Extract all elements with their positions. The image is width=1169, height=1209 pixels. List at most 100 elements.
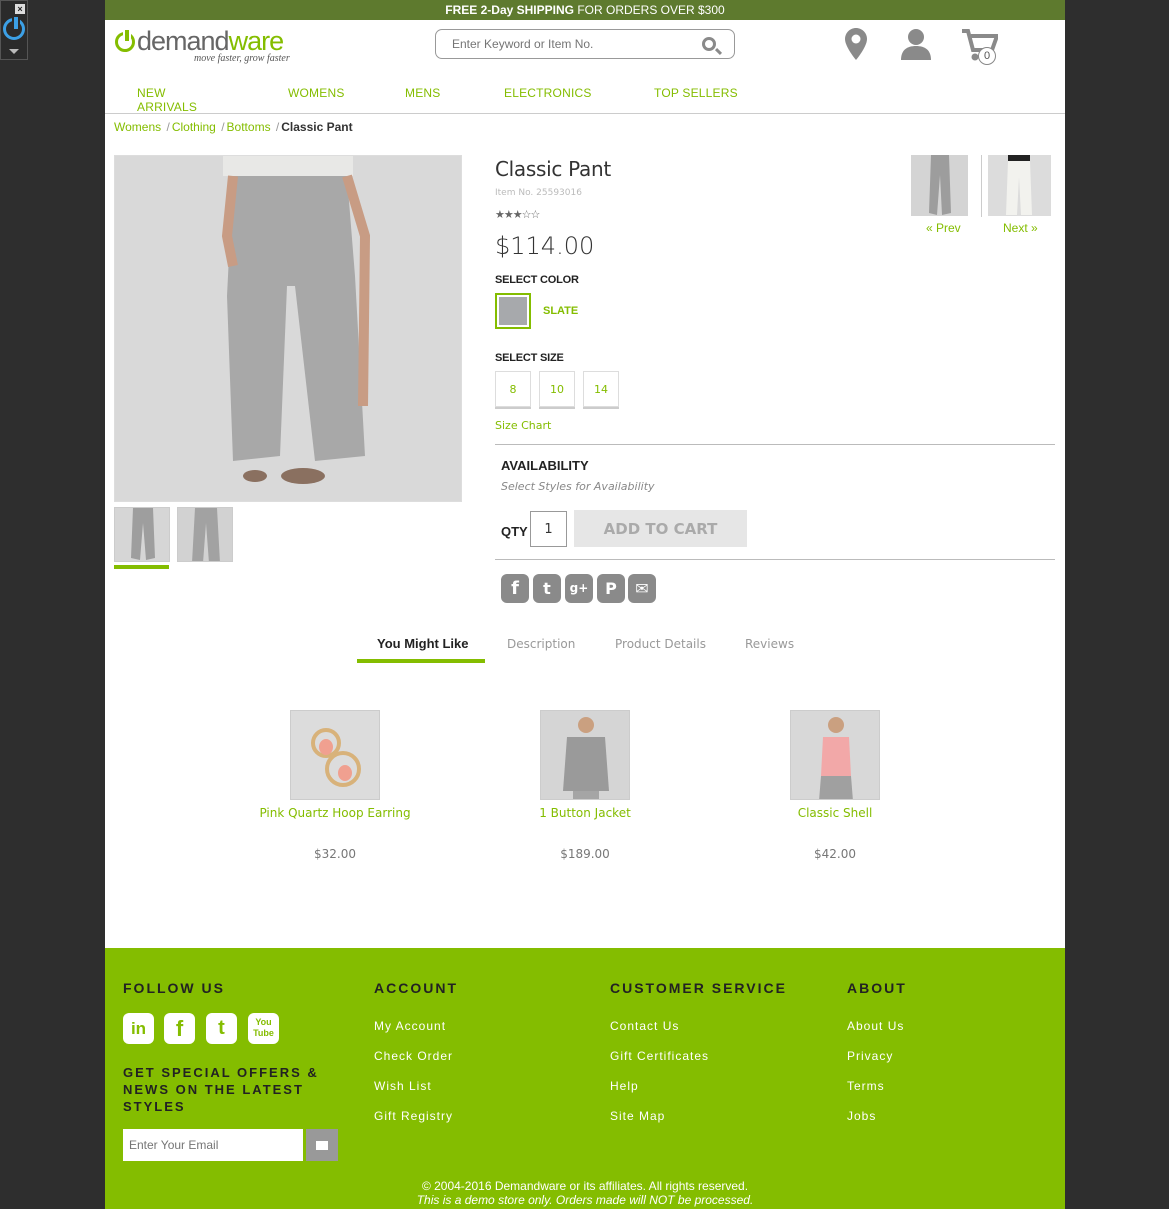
prev-product-image[interactable] (911, 155, 968, 216)
prev-product-link[interactable]: « Prev (926, 221, 961, 235)
page: FREE 2-Day SHIPPING FOR ORDERS OVER $300… (105, 0, 1065, 1209)
recommendation-image[interactable] (290, 710, 380, 800)
email-submit-button[interactable] (306, 1129, 338, 1161)
size-chart-link[interactable]: Size Chart (495, 419, 551, 432)
search-input[interactable] (436, 30, 686, 58)
product-price: $114.00 (495, 232, 595, 260)
footer-link-wish-list[interactable]: Wish List (374, 1079, 432, 1093)
share-pinterest-icon[interactable]: P (597, 574, 625, 603)
size-option-10[interactable]: 10 (539, 371, 575, 407)
next-product-image[interactable] (988, 155, 1051, 216)
recommendation-name[interactable]: Pink Quartz Hoop Earring (235, 806, 435, 820)
logo-ware: ware (228, 26, 285, 56)
footer-account-heading: ACCOUNT (374, 980, 458, 996)
special-offers-heading: GET SPECIAL OFFERS & NEWS ON THE LATEST … (123, 1065, 319, 1114)
size-option-14[interactable]: 14 (583, 371, 619, 407)
footer-about-heading: ABOUT (847, 980, 907, 996)
power-widget[interactable]: × (0, 0, 28, 60)
footer-customer-service-heading: CUSTOMER SERVICE (610, 980, 787, 996)
tab-active-indicator (357, 659, 485, 663)
footer-link-check-order[interactable]: Check Order (374, 1049, 453, 1063)
tab-product-details[interactable]: Product Details (615, 637, 706, 651)
promo-bold: FREE 2-Day SHIPPING (445, 3, 574, 17)
add-to-cart-button[interactable]: ADD TO CART (574, 510, 747, 547)
footer-link-site-map[interactable]: Site Map (610, 1109, 665, 1123)
recommendation-price: $189.00 (560, 847, 610, 861)
item-number: Item No. 25593016 (495, 188, 582, 198)
footer-link-terms[interactable]: Terms (847, 1079, 885, 1093)
nav-electronics[interactable]: ELECTRONICS (504, 86, 592, 100)
recommendation-image[interactable] (790, 710, 880, 800)
qty-input[interactable] (530, 511, 567, 547)
availability-label: AVAILABILITY (501, 458, 589, 473)
select-size-label: SELECT SIZE (495, 352, 564, 364)
email-signup-input[interactable] (123, 1129, 303, 1161)
breadcrumb-bottoms[interactable]: Bottoms (227, 120, 271, 134)
tab-description[interactable]: Description (507, 637, 575, 651)
promo-bar: FREE 2-Day SHIPPING FOR ORDERS OVER $300 (105, 0, 1065, 20)
power-icon[interactable] (3, 15, 25, 40)
footer-link-help[interactable]: Help (610, 1079, 639, 1093)
color-swatch-slate[interactable] (495, 293, 531, 329)
close-icon[interactable]: × (15, 4, 25, 14)
breadcrumb-womens[interactable]: Womens (114, 120, 161, 134)
select-color-label: SELECT COLOR (495, 274, 579, 286)
product-thumbnail[interactable] (177, 507, 233, 562)
product-main-image[interactable] (114, 155, 462, 502)
rating-stars: ★★★☆☆ (495, 209, 540, 221)
user-account-icon[interactable] (901, 28, 931, 60)
nav-new-arrivals[interactable]: NEW ARRIVALS (137, 86, 197, 114)
linkedin-icon[interactable]: in (123, 1013, 154, 1044)
logo-power-icon (115, 27, 135, 52)
share-googleplus-icon[interactable]: g+ (565, 574, 593, 603)
logo-tagline: move faster, grow faster (194, 53, 290, 64)
logo-demand: demand (137, 26, 230, 56)
product-thumbnail[interactable] (114, 507, 170, 562)
demo-notice: This is a demo store only. Orders made w… (416, 1193, 754, 1207)
footer: FOLLOW US in f t You Tube GET SPECIAL OF… (105, 948, 1065, 1209)
recommendation-name[interactable]: 1 Button Jacket (485, 806, 685, 820)
cart-count-badge: 0 (978, 47, 996, 65)
search-box (435, 29, 735, 59)
footer-link-contact-us[interactable]: Contact Us (610, 1019, 679, 1033)
footer-link-about-us[interactable]: About Us (847, 1019, 904, 1033)
recommendation-image[interactable] (540, 710, 630, 800)
store-locator-icon[interactable] (845, 28, 867, 60)
chevron-down-icon[interactable] (9, 49, 19, 54)
twitter-icon[interactable]: t (206, 1013, 237, 1044)
nav-top-sellers[interactable]: TOP SELLERS (654, 86, 738, 100)
promo-text: FOR ORDERS OVER $300 (573, 3, 725, 17)
facebook-icon[interactable]: f (164, 1013, 195, 1044)
product-title: Classic Pant (495, 157, 611, 181)
youtube-icon[interactable]: You Tube (248, 1013, 279, 1044)
recommendation-price: $42.00 (814, 847, 856, 861)
breadcrumb: Womens / Clothing / Bottoms / Classic Pant (114, 120, 353, 134)
availability-message: Select Styles for Availability (501, 480, 655, 493)
search-icon[interactable] (702, 37, 716, 51)
tab-reviews[interactable]: Reviews (745, 637, 794, 651)
footer-link-my-account[interactable]: My Account (374, 1019, 446, 1033)
footer-link-privacy[interactable]: Privacy (847, 1049, 893, 1063)
footer-link-gift-registry[interactable]: Gift Registry (374, 1109, 453, 1123)
next-product-link[interactable]: Next » (1003, 221, 1038, 235)
size-option-8[interactable]: 8 (495, 371, 531, 407)
logo[interactable]: demandware move faster, grow faster (115, 26, 290, 64)
nav-mens[interactable]: MENS (405, 86, 440, 100)
copyright-text: © 2004-2016 Demandware or its affiliates… (421, 1179, 749, 1193)
breadcrumb-clothing[interactable]: Clothing (172, 120, 216, 134)
divider (495, 559, 1055, 560)
share-facebook-icon[interactable]: f (501, 574, 529, 603)
qty-label: QTY (501, 524, 528, 539)
breadcrumb-separator: / (275, 120, 280, 134)
footer-link-jobs[interactable]: Jobs (847, 1109, 876, 1123)
share-email-icon[interactable]: ✉ (628, 574, 656, 603)
footer-follow-us-heading: FOLLOW US (123, 980, 225, 996)
tab-you-might-like[interactable]: You Might Like (377, 636, 468, 651)
breadcrumb-current: Classic Pant (281, 120, 353, 134)
divider (981, 155, 982, 217)
nav-womens[interactable]: WOMENS (288, 86, 345, 100)
share-twitter-icon[interactable]: t (533, 574, 561, 603)
recommendation-name[interactable]: Classic Shell (735, 806, 935, 820)
divider (495, 444, 1055, 445)
footer-link-gift-certificates[interactable]: Gift Certificates (610, 1049, 709, 1063)
